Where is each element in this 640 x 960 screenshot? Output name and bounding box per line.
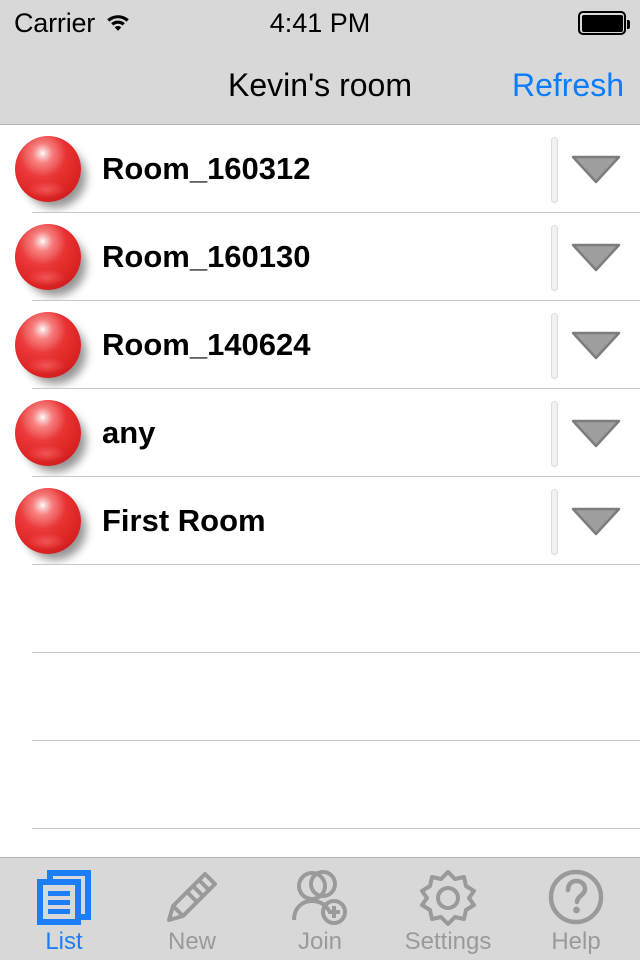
reorder-handle[interactable] — [551, 313, 558, 379]
room-list[interactable]: Room_160312 Room_160130 Room_140624any Firs… — [0, 125, 640, 857]
red-sphere-icon — [15, 312, 81, 378]
table-row[interactable]: Room_160130 — [0, 213, 640, 301]
red-sphere-icon — [15, 224, 81, 290]
room-name-label: Room_160312 — [102, 151, 311, 186]
tab-list[interactable]: List — [0, 858, 128, 960]
room-name-label: Room_160130 — [102, 239, 311, 274]
tab-help[interactable]: Help — [512, 858, 640, 960]
empty-table-row — [0, 565, 640, 653]
table-row[interactable]: First Room — [0, 477, 640, 565]
red-sphere-icon — [15, 400, 81, 466]
triangle-down-icon[interactable] — [570, 153, 622, 185]
empty-table-row — [0, 829, 640, 857]
table-row[interactable]: Room_160312 — [0, 125, 640, 213]
battery-full-icon — [578, 11, 630, 35]
tab-join[interactable]: Join — [256, 858, 384, 960]
tab-label: New — [167, 928, 216, 955]
triangle-down-icon[interactable] — [570, 329, 622, 361]
table-row[interactable]: any — [0, 389, 640, 477]
reorder-handle[interactable] — [551, 225, 558, 291]
reorder-handle[interactable] — [551, 401, 558, 467]
tab-settings[interactable]: Settings — [384, 858, 512, 960]
triangle-down-icon[interactable] — [570, 417, 622, 449]
red-sphere-icon — [15, 136, 81, 202]
person-add-icon — [291, 867, 349, 927]
triangle-down-icon[interactable] — [570, 241, 622, 273]
refresh-button[interactable]: Refresh — [512, 46, 624, 124]
tab-new[interactable]: New — [128, 858, 256, 960]
status-bar-right — [578, 0, 630, 46]
documents-icon — [35, 867, 93, 927]
table-row[interactable]: Room_140624 — [0, 301, 640, 389]
question-circle-icon — [547, 867, 605, 927]
status-bar-time: 4:41 PM — [269, 8, 371, 38]
battery-fill — [581, 14, 623, 32]
empty-table-row — [0, 741, 640, 829]
pencil-icon — [163, 867, 221, 927]
room-name-label: First Room — [102, 503, 266, 538]
tab-label: Help — [551, 928, 601, 955]
tab-label: Join — [297, 928, 343, 955]
tab-label: Settings — [404, 928, 492, 955]
red-sphere-icon — [15, 488, 81, 554]
app-screen: Carrier 4:41 PM Kevin's room Refresh Roo… — [0, 0, 640, 960]
status-bar: Carrier 4:41 PM — [0, 0, 640, 46]
gear-icon — [419, 867, 477, 927]
triangle-down-icon[interactable] — [570, 505, 622, 537]
tab-bar: List New Join Settings Help — [0, 857, 640, 960]
empty-table-row — [0, 653, 640, 741]
navigation-bar: Kevin's room Refresh — [0, 46, 640, 125]
room-name-label: Room_140624 — [102, 327, 311, 362]
tab-label: List — [45, 928, 83, 955]
room-name-label: any — [102, 415, 156, 450]
reorder-handle[interactable] — [551, 489, 558, 555]
reorder-handle[interactable] — [551, 137, 558, 203]
